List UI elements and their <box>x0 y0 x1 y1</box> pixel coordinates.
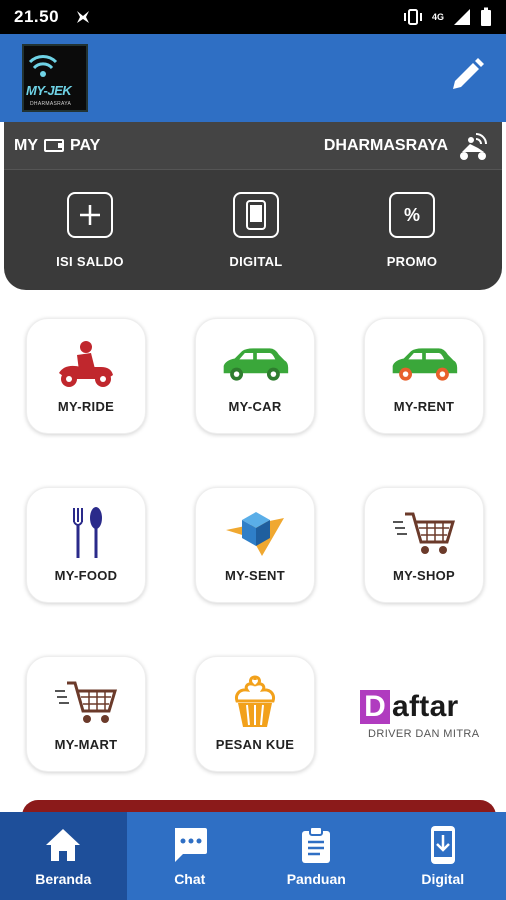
app-logo: MY-JEK DHARMASRAYA <box>22 44 88 112</box>
mypay-suffix: PAY <box>70 136 101 154</box>
signal-icon <box>454 9 470 25</box>
service-label: MY-CAR <box>228 399 282 414</box>
vibrate-icon <box>403 9 422 25</box>
pencil-icon <box>453 58 484 89</box>
pay-card: MY PAY DHARMASRAYA ISI SALDO DIGITAL % P… <box>4 122 502 290</box>
wallet-icon <box>44 139 64 152</box>
percent-icon: % <box>389 192 435 238</box>
daftar-logo: D aftar <box>360 690 492 724</box>
plus-icon <box>67 192 113 238</box>
daftar-subtitle: DRIVER DAN MITRA <box>368 728 480 740</box>
region-label: DHARMASRAYA <box>324 130 492 162</box>
service-label: PESAN KUE <box>215 737 295 752</box>
service-pesan-kue[interactable]: PESAN KUE <box>195 656 315 772</box>
pay-card-header: MY PAY DHARMASRAYA <box>4 122 502 170</box>
percent-glyph: % <box>403 204 420 225</box>
nav-chat[interactable]: Chat <box>127 812 254 900</box>
isi-saldo-button[interactable]: ISI SALDO <box>30 192 150 269</box>
promo-label: PROMO <box>386 254 438 269</box>
digital-label: DIGITAL <box>229 254 283 269</box>
cupcake-icon <box>235 675 275 727</box>
service-my-mart[interactable]: MY-MART <box>26 656 146 772</box>
service-my-sent[interactable]: MY-SENT <box>195 487 315 603</box>
digital-button[interactable]: DIGITAL <box>196 192 316 269</box>
daftar-d: D <box>360 690 390 724</box>
car-icon <box>223 348 289 381</box>
wifi-logo-icon <box>28 55 58 77</box>
service-my-rent[interactable]: MY-RENT <box>364 318 484 434</box>
package-icon <box>226 512 284 556</box>
cart-icon <box>55 681 118 723</box>
home-icon <box>46 829 81 861</box>
service-label: MY-SHOP <box>392 568 456 583</box>
service-my-ride[interactable]: MY-RIDE <box>26 318 146 434</box>
rent-car-icon <box>392 348 458 381</box>
chat-icon <box>174 828 207 862</box>
pay-actions: ISI SALDO DIGITAL % PROMO <box>4 170 502 290</box>
bottom-nav: Beranda Chat Panduan Digital <box>0 812 506 900</box>
motorbike-icon <box>59 341 113 387</box>
nav-beranda[interactable]: Beranda <box>0 812 127 900</box>
app-bar: MY-JEK DHARMASRAYA <box>0 34 506 122</box>
service-label: MY-FOOD <box>54 568 118 583</box>
nav-label: Digital <box>421 871 465 887</box>
phone-icon <box>233 192 279 238</box>
region-name: DHARMASRAYA <box>323 136 448 154</box>
service-label: MY-SENT <box>225 568 285 583</box>
service-my-car[interactable]: MY-CAR <box>195 318 315 434</box>
scooter-wifi-icon <box>460 132 487 160</box>
logo-subtext: DHARMASRAYA <box>30 101 72 107</box>
edit-button[interactable] <box>446 54 488 96</box>
network-label: 4G <box>431 11 444 22</box>
nav-label: Chat <box>174 871 206 887</box>
battery-icon <box>481 7 491 26</box>
nav-panduan[interactable]: Panduan <box>253 812 380 900</box>
service-label: MY-MART <box>54 737 118 752</box>
cutlery-icon <box>73 507 102 558</box>
service-label: MY-RENT <box>393 399 455 414</box>
mypay-prefix: MY <box>14 136 38 154</box>
nav-digital[interactable]: Digital <box>380 812 506 900</box>
service-my-food[interactable]: MY-FOOD <box>26 487 146 603</box>
status-bar: 21.50 4G <box>0 0 506 34</box>
mypay-label[interactable]: MY PAY <box>14 137 100 155</box>
app-notification-icon <box>77 11 90 23</box>
daftar-driver-banner[interactable]: D aftar DRIVER DAN MITRA <box>360 690 492 750</box>
service-my-shop[interactable]: MY-SHOP <box>364 487 484 603</box>
cart-icon <box>393 512 456 554</box>
clipboard-icon <box>302 826 331 863</box>
status-time: 21.50 <box>14 7 60 26</box>
nav-label: Beranda <box>35 871 92 887</box>
isi-saldo-label: ISI SALDO <box>56 254 124 269</box>
phone-download-icon <box>430 826 455 864</box>
nav-label: Panduan <box>286 871 346 887</box>
promo-button[interactable]: % PROMO <box>352 192 472 269</box>
service-label: MY-RIDE <box>57 399 115 414</box>
daftar-rest: aftar <box>392 690 459 723</box>
logo-text: MY-JEK <box>26 83 72 98</box>
